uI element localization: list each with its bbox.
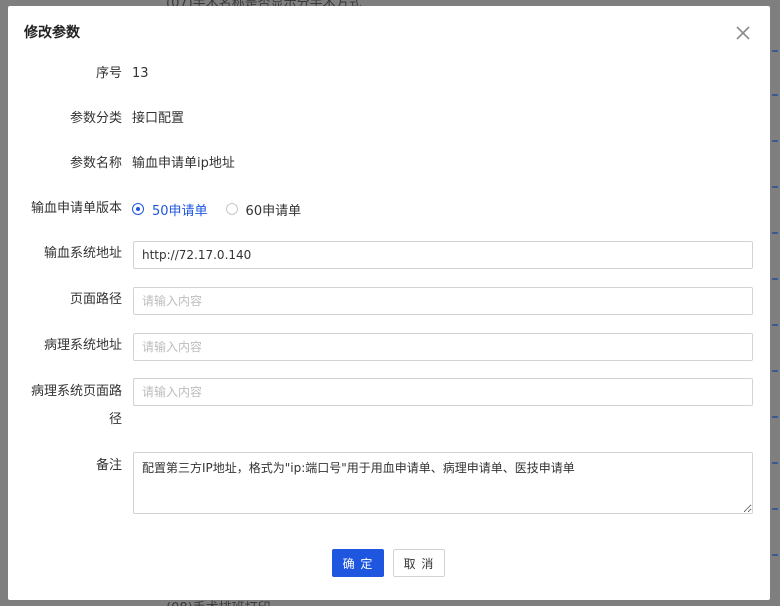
pathology-page-path-label: 病理系统页面路 bbox=[30, 384, 122, 399]
pathology-page-path-input[interactable] bbox=[133, 378, 753, 406]
confirm-button[interactable]: 确 定 bbox=[332, 549, 384, 577]
radio-unchecked-icon bbox=[225, 203, 238, 215]
radio-60-form[interactable]: 60申请单 bbox=[225, 200, 302, 219]
remark-textarea[interactable]: 配置第三方IP地址，格式为"ip:端口号"用于用血申请单、病理申请单、医技申请单 bbox=[133, 452, 753, 514]
page-path-label: 页面路径 bbox=[69, 292, 122, 307]
radio-50-label: 50申请单 bbox=[152, 203, 208, 219]
radio-50-form[interactable]: 50申请单 bbox=[132, 200, 208, 219]
background-right-strip bbox=[770, 0, 780, 606]
cancel-button[interactable]: 取 消 bbox=[393, 549, 445, 577]
page-path-input[interactable] bbox=[133, 287, 753, 315]
pathology-url-input[interactable] bbox=[133, 333, 753, 361]
remark-label: 备注 bbox=[95, 458, 122, 473]
radio-60-label: 60申请单 bbox=[245, 203, 302, 219]
pathology-url-label: 病理系统地址 bbox=[43, 338, 122, 353]
category-label: 参数分类 bbox=[69, 111, 122, 126]
param-name-label: 参数名称 bbox=[69, 156, 122, 171]
blood-system-url-label: 输血系统地址 bbox=[43, 246, 122, 261]
pathology-page-path-label-wrap: 径 bbox=[108, 412, 122, 427]
category-value: 接口配置 bbox=[132, 111, 185, 126]
version-label: 输血申请单版本 bbox=[30, 201, 122, 216]
seq-label: 序号 bbox=[95, 66, 122, 81]
close-button[interactable] bbox=[734, 24, 752, 42]
param-name-value: 输血申请单ip地址 bbox=[132, 156, 235, 171]
seq-value: 13 bbox=[132, 66, 149, 81]
version-radio-group: 50申请单 60申请单 bbox=[132, 199, 319, 219]
blood-system-url-input[interactable] bbox=[133, 241, 753, 269]
radio-checked-icon bbox=[132, 203, 144, 215]
dialog-title: 修改参数 bbox=[24, 25, 80, 41]
close-icon bbox=[736, 26, 750, 40]
edit-param-dialog: 修改参数 序号 13 参数分类 接口配置 参数名称 输血申请单ip地址 输血申请… bbox=[8, 6, 770, 600]
